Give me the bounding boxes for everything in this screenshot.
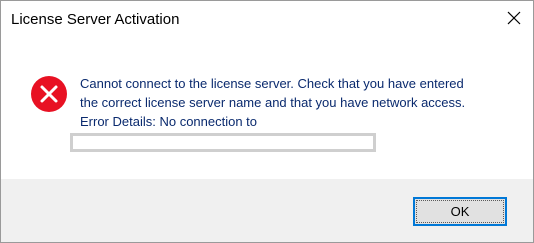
close-icon	[507, 11, 521, 25]
ok-button-label: OK	[450, 204, 470, 219]
error-message: Cannot connect to the license server. Ch…	[80, 74, 520, 131]
button-bar: OK	[1, 179, 533, 242]
dialog-window: License Server Activation Cannot connect…	[0, 0, 534, 243]
dialog-content: Cannot connect to the license server. Ch…	[1, 37, 533, 179]
error-icon	[31, 76, 67, 112]
message-line-3: Error Details: No connection to	[80, 114, 258, 129]
window-title: License Server Activation	[11, 11, 180, 28]
close-button[interactable]	[505, 9, 523, 27]
message-line-2: the correct license server name and that…	[80, 95, 466, 110]
redacted-server-name	[70, 133, 376, 152]
message-line-1: Cannot connect to the license server. Ch…	[80, 76, 464, 91]
title-bar: License Server Activation	[1, 1, 533, 37]
ok-button[interactable]: OK	[413, 197, 507, 226]
